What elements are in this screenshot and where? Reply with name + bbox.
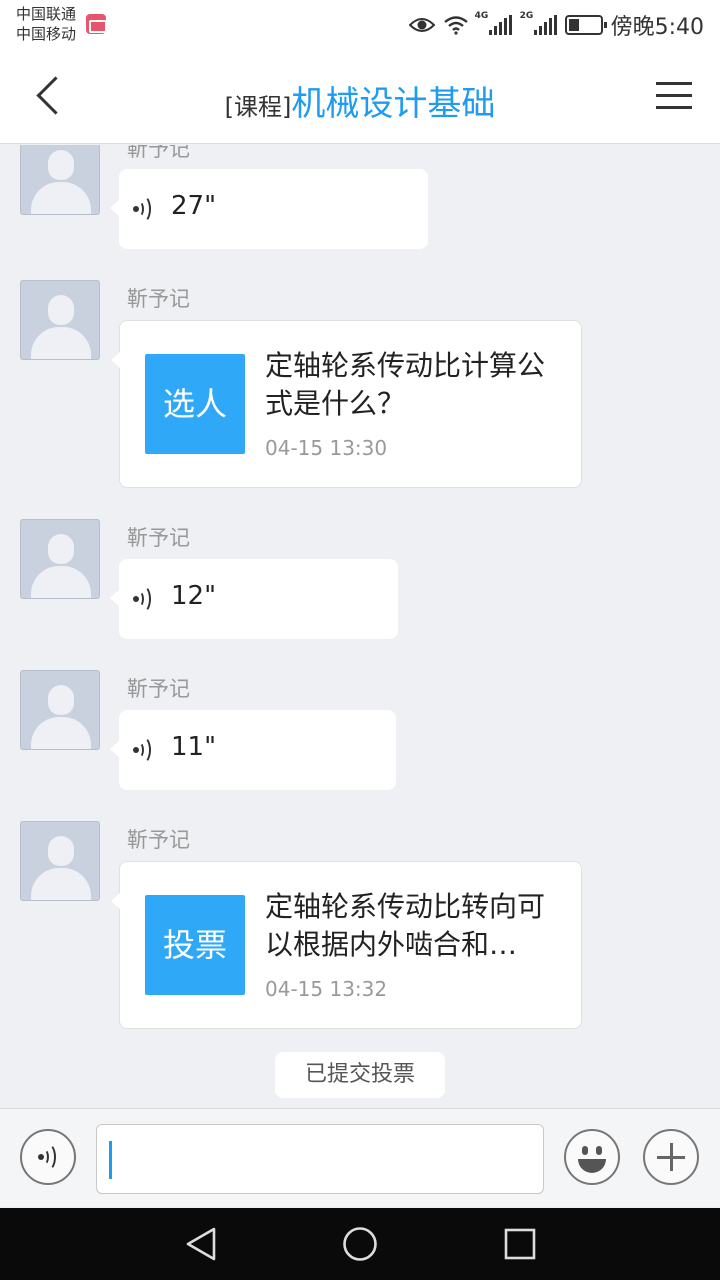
- sender-name: 靳予记: [127, 145, 190, 161]
- activity-title: 定轴轮系传动比转向可以根据内外啮合和…: [265, 890, 546, 961]
- title-main: 机械设计基础: [291, 84, 496, 124]
- avatar[interactable]: [20, 145, 100, 215]
- plus-button[interactable]: [643, 1129, 699, 1185]
- emoji-button[interactable]: [564, 1129, 620, 1185]
- avatar[interactable]: [20, 280, 100, 360]
- page-title: [课程]机械设计基础: [0, 76, 720, 125]
- voice-icon: [133, 585, 157, 613]
- voice-duration: 27": [171, 191, 217, 221]
- signal-2g-icon: 2G: [520, 11, 557, 35]
- voice-message-bubble[interactable]: 12": [110, 559, 398, 639]
- menu-icon[interactable]: [656, 80, 696, 112]
- activity-type-badge: 投票: [145, 895, 245, 995]
- nav-home-icon[interactable]: [342, 1226, 378, 1262]
- system-nav-bar: [0, 1208, 720, 1280]
- voice-icon: [133, 195, 157, 223]
- voice-message-bubble[interactable]: 11": [110, 710, 396, 790]
- activity-card-bubble[interactable]: 投票 定轴轮系传动比转向可以根据内外啮合和… 04-15 13:32: [111, 861, 582, 1029]
- avatar[interactable]: [20, 821, 100, 901]
- status-bar: 中国联通 中国移动 4G 2G 傍晚5:40: [0, 0, 720, 50]
- eye-icon: [408, 18, 435, 32]
- battery-icon: [564, 15, 607, 35]
- signal-4g-icon: 4G: [475, 11, 512, 35]
- input-bar: [0, 1108, 720, 1206]
- avatar[interactable]: [20, 670, 100, 750]
- sender-name: 靳予记: [127, 287, 190, 311]
- title-prefix: [课程]: [224, 93, 292, 121]
- chat-area[interactable]: 靳予记 27" 靳予记 选人 定轴轮系传动比计算公式是什么？ 04-15 13:…: [0, 145, 720, 1108]
- app-header: [课程]机械设计基础: [0, 50, 720, 144]
- voice-input-button[interactable]: [20, 1129, 76, 1185]
- voice-duration: 11": [171, 732, 217, 762]
- carrier-1: 中国联通: [16, 5, 77, 23]
- nav-recent-icon[interactable]: [503, 1227, 537, 1261]
- nav-back-icon[interactable]: [184, 1226, 218, 1262]
- status-time: 傍晚5:40: [610, 15, 704, 40]
- sender-name: 靳予记: [127, 677, 190, 701]
- sender-name: 靳予记: [127, 828, 190, 852]
- activity-card-bubble[interactable]: 选人 定轴轮系传动比计算公式是什么？ 04-15 13:30: [111, 320, 582, 488]
- wifi-icon: [443, 16, 468, 35]
- sender-name: 靳予记: [127, 526, 190, 550]
- voice-message-bubble[interactable]: 27": [110, 169, 428, 249]
- message-input[interactable]: [96, 1124, 544, 1194]
- text-caret: [109, 1141, 112, 1179]
- activity-time: 04-15 13:32: [265, 977, 388, 1001]
- avatar[interactable]: [20, 519, 100, 599]
- activity-type-badge: 选人: [145, 354, 245, 454]
- voice-icon: [133, 736, 157, 764]
- voice-duration: 12": [171, 581, 217, 611]
- activity-time: 04-15 13:30: [265, 436, 388, 460]
- notification-icon: [86, 14, 107, 34]
- system-notice: 已提交投票: [275, 1052, 445, 1098]
- voice-icon: [38, 1143, 62, 1171]
- status-icons: 4G 2G 傍晚5:40: [408, 8, 704, 42]
- carrier-2: 中国移动: [16, 25, 77, 43]
- activity-title: 定轴轮系传动比计算公式是什么？: [265, 349, 546, 420]
